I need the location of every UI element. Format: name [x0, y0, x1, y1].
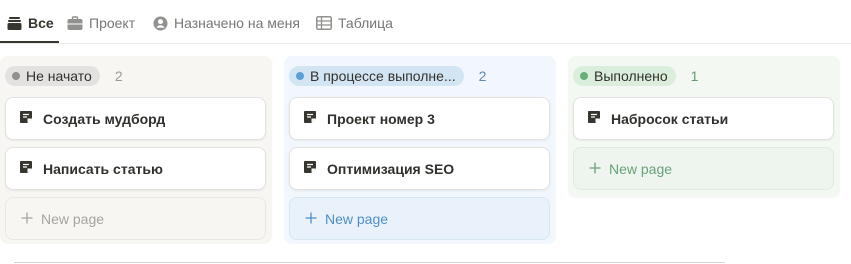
status-label: Выполнено: [594, 68, 668, 84]
board-column-in-progress: В процессе выполне... 2 Проект номер 3 О…: [284, 56, 556, 244]
tab-table[interactable]: Таблица: [316, 14, 393, 32]
plus-icon: [21, 211, 33, 227]
card-title: Написать статью: [43, 160, 163, 177]
stack-icon: [7, 16, 22, 31]
tab-label: Проект: [89, 15, 136, 31]
board-column-done: Выполнено 1 Набросок статьи New page: [568, 56, 840, 198]
status-dot-icon: [580, 72, 588, 80]
briefcase-icon: [67, 15, 83, 31]
board-card[interactable]: Набросок статьи: [573, 97, 834, 140]
user-circle-icon: [153, 16, 168, 31]
new-page-label: New page: [325, 210, 389, 227]
new-page-label: New page: [41, 210, 105, 227]
status-dot-icon: [296, 72, 304, 80]
board-card[interactable]: Оптимизация SEO: [289, 147, 550, 190]
column-count: 2: [478, 68, 487, 84]
card-title: Оптимизация SEO: [327, 160, 455, 177]
column-count: 2: [114, 68, 123, 84]
card-title: Создать мудборд: [43, 110, 166, 127]
tab-project[interactable]: Проект: [67, 14, 135, 32]
page-icon: [18, 109, 34, 128]
column-header: Не начато 2: [5, 66, 123, 86]
new-page-button[interactable]: New page: [573, 147, 834, 190]
page-icon: [586, 109, 602, 128]
status-badge[interactable]: Не начато: [5, 66, 100, 86]
column-header: В процессе выполне... 2: [289, 66, 486, 86]
tab-label: Назначено на меня: [174, 15, 300, 31]
plus-icon: [305, 211, 317, 227]
new-page-button[interactable]: New page: [289, 197, 550, 240]
view-tabs: Все Проект Назначено на меня Таблица: [0, 0, 851, 44]
status-badge[interactable]: В процессе выполне...: [289, 66, 464, 86]
board-column-not-started: Не начато 2 Создать мудборд Написать ста…: [0, 56, 272, 244]
status-label: В процессе выполне...: [310, 68, 456, 84]
plus-icon: [589, 161, 601, 177]
tab-label: Все: [28, 15, 54, 31]
board-card[interactable]: Написать статью: [5, 147, 266, 190]
divider: [14, 262, 725, 263]
status-label: Не начато: [26, 68, 92, 84]
page-icon: [302, 159, 318, 178]
new-page-button[interactable]: New page: [5, 197, 266, 240]
table-icon: [316, 16, 332, 30]
tab-assigned-to-me[interactable]: Назначено на меня: [153, 14, 300, 32]
tab-all[interactable]: Все: [7, 14, 54, 32]
status-dot-icon: [12, 72, 20, 80]
page-icon: [18, 159, 34, 178]
column-count: 1: [690, 68, 699, 84]
card-title: Проект номер 3: [327, 110, 435, 127]
new-page-label: New page: [609, 160, 673, 177]
board-card[interactable]: Создать мудборд: [5, 97, 266, 140]
active-tab-indicator: [0, 41, 59, 43]
card-title: Набросок статьи: [611, 110, 729, 127]
tab-label: Таблица: [338, 15, 393, 31]
board-card[interactable]: Проект номер 3: [289, 97, 550, 140]
page-icon: [302, 109, 318, 128]
status-badge[interactable]: Выполнено: [573, 66, 676, 86]
column-header: Выполнено 1: [573, 66, 698, 86]
